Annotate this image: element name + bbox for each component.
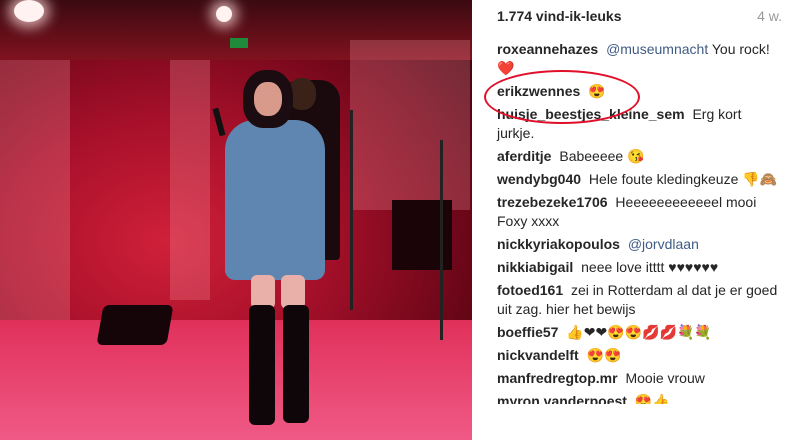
comment-username[interactable]: nikkiabigail [497,259,573,275]
comment-mention[interactable]: @museumnacht [606,41,708,57]
comment: nickkyriakopoulos @jorvdlaan [497,235,782,254]
comment: nickvandelft 😍😍 [497,346,782,365]
comment: myron.vanderpoest 😍👍 [497,392,782,404]
comment-username[interactable]: nickkyriakopoulos [497,236,620,252]
ceiling-light [14,0,44,22]
comment: aferditje Babeeeee 😘 [497,147,782,166]
boot [249,305,275,425]
comment-text: neee love itttt ♥♥♥♥♥♥ [581,259,719,275]
comment-text: 👍❤❤😍😍💋💋💐💐 [566,324,712,340]
stage-monitor-speaker [96,305,174,345]
ceiling-light [216,6,232,22]
comment: wendybg040 Hele foute kledingkeuze 👎🙈 [497,170,782,189]
singer-dress [225,120,325,280]
thigh [251,275,275,309]
comment-username[interactable]: fotoed161 [497,282,563,298]
microphone-icon [212,107,226,137]
comment-mention[interactable]: @jorvdlaan [628,236,699,252]
comment: trezebezeke1706 Heeeeeeeeeeeel mooi Foxy… [497,193,782,231]
comment-text: 😍😍 [586,347,622,363]
comment: nikkiabigail neee love itttt ♥♥♥♥♥♥ [497,258,782,277]
glass-wall [350,40,470,210]
likes-count[interactable]: 1.774 vind-ik-leuks [497,8,622,24]
stage-floor [0,320,472,440]
post-timestamp[interactable]: 4 w. [757,8,782,24]
comment-username[interactable]: wendybg040 [497,171,581,187]
amplifier [392,200,452,270]
comment-username[interactable]: myron.vanderpoest [497,393,627,404]
thigh [281,275,305,309]
mic-stand [350,110,353,310]
post-photo [0,0,472,440]
glass-wall [170,60,210,300]
comment-username[interactable]: nickvandelft [497,347,579,363]
comment-text: 😍👍 [634,393,670,404]
comment-text: Mooie vrouw [625,370,705,386]
comment-username[interactable]: boeffie57 [497,324,558,340]
exit-sign-icon [230,38,248,48]
highlight-circle [484,70,640,124]
comment-username[interactable]: trezebezeke1706 [497,194,608,210]
singer-legs [245,275,313,425]
comment-username[interactable]: aferditje [497,148,551,164]
comment-text: Babeeeee 😘 [559,148,645,164]
mic-stand [440,140,443,340]
singer-face [254,82,282,116]
comment-text: Hele foute kledingkeuze 👎🙈 [588,171,778,187]
comment: manfredregtop.mr Mooie vrouw [497,369,782,388]
comment-username[interactable]: roxeannehazes [497,41,598,57]
likes-row: 1.774 vind-ik-leuks 4 w. [497,8,782,28]
glass-wall [0,60,70,320]
comments-panel: 1.774 vind-ik-leuks 4 w. roxeannehazes @… [480,0,785,440]
boot [283,305,309,423]
comment-username[interactable]: manfredregtop.mr [497,370,618,386]
comment: fotoed161 zei in Rotterdam al dat je er … [497,281,782,319]
comment: boeffie57 👍❤❤😍😍💋💋💐💐 [497,323,782,342]
